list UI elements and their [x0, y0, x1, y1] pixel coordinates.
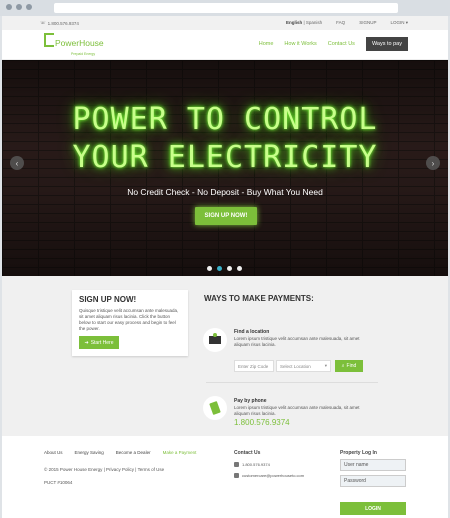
logo-name: PowerHouse: [55, 38, 104, 48]
contact-email-address[interactable]: customercare@powerhouseto.com: [242, 473, 304, 478]
footer-link-make-payment[interactable]: Make a Payment: [163, 450, 197, 455]
password-input[interactable]: Password: [340, 475, 406, 487]
location-title: Find a location: [234, 329, 270, 335]
chevron-down-icon: ▾: [405, 20, 408, 25]
info-section: SIGN UP NOW! Quisque tristique velit acc…: [2, 276, 448, 436]
slider-prev-arrow-icon[interactable]: ‹: [10, 156, 24, 170]
license-number: PUCT #10064: [44, 480, 73, 485]
signup-card: SIGN UP NOW! Quisque tristique velit acc…: [72, 290, 188, 356]
zip-code-input[interactable]: Enter Zip Code: [234, 360, 274, 372]
nav-how-it-works[interactable]: How it Works: [284, 41, 316, 47]
hero-slider: POWER TO CONTROL YOUR ELECTRICITY No Cre…: [2, 60, 448, 276]
faq-link[interactable]: FAQ: [336, 20, 345, 26]
browser-chrome: [0, 0, 450, 16]
phone-pay-title: Pay by phone: [234, 398, 267, 404]
footer-link-energy-saving[interactable]: Energy Saving: [75, 450, 104, 455]
topbar-phone-number: 1.800.576.9374: [47, 20, 79, 26]
window-maximize-dot[interactable]: [26, 4, 32, 10]
window-controls: [6, 4, 32, 10]
logo-mark-icon: [44, 33, 54, 47]
hero-tagline: No Credit Check - No Deposit - Buy What …: [127, 187, 323, 197]
ways-to-pay-button[interactable]: Ways to pay: [365, 37, 408, 51]
address-bar[interactable]: [54, 3, 398, 13]
phone-icon: ☏: [40, 20, 46, 25]
signup-text: Quisque tristique velit accumsan ante ma…: [79, 308, 179, 331]
utility-bar: ☏ 1.800.576.9374 English | Spanish FAQ S…: [2, 16, 448, 30]
login-button[interactable]: LOGIN: [340, 502, 406, 515]
footer-links: About Us Energy Saving Become a Dealer M…: [44, 450, 196, 455]
hero-headline-line2: YOUR ELECTRICITY: [72, 140, 378, 175]
slide-indicator-3[interactable]: [227, 266, 232, 271]
contact-email: customercare@powerhouseto.com: [234, 473, 304, 478]
web-page: ☏ 1.800.576.9374 English | Spanish FAQ S…: [2, 16, 448, 518]
phone-icon: [234, 462, 239, 467]
find-label: Find: [346, 363, 357, 369]
email-icon: [234, 473, 239, 478]
find-button[interactable]: ⌕ Find: [335, 360, 363, 372]
slide-indicator-1[interactable]: [207, 266, 212, 271]
signup-title: SIGN UP NOW!: [79, 295, 137, 304]
site-header: PowerHouse Prepaid Energy Home How it Wo…: [2, 30, 448, 60]
contact-phone-number[interactable]: 1.800.576.9374: [242, 462, 270, 467]
search-icon: ⌕: [341, 363, 345, 369]
footer-link-become-dealer[interactable]: Become a Dealer: [116, 450, 151, 455]
chevron-down-icon: ▾: [324, 363, 327, 368]
divider: [206, 382, 378, 383]
lang-english[interactable]: English: [286, 20, 302, 25]
slide-indicator-4[interactable]: [237, 266, 242, 271]
login-title: Property Log In: [340, 450, 377, 456]
map-location-icon: [203, 328, 227, 352]
slider-indicators: [207, 266, 242, 271]
payments-title: WAYS TO MAKE PAYMENTS:: [204, 294, 314, 303]
login-link-label: LOGIN: [390, 20, 405, 25]
location-select-label: Select Location: [280, 363, 311, 369]
login-link[interactable]: LOGIN ▾: [390, 20, 408, 26]
start-here-label: Start Here: [90, 339, 114, 346]
nav-contact-us[interactable]: Contact Us: [328, 41, 355, 47]
play-icon: ➜: [84, 339, 89, 346]
footer-link-about[interactable]: About Us: [44, 450, 63, 455]
contact-title: Contact Us: [234, 450, 261, 456]
signup-link[interactable]: SIGNUP: [359, 20, 376, 26]
phone-pay-text: Lorem ipsum tristique velit accumsan ant…: [234, 405, 360, 416]
pay-phone-number[interactable]: 1.800.576.9374: [234, 418, 290, 427]
window-close-dot[interactable]: [6, 4, 12, 10]
start-here-button[interactable]: ➜ Start Here: [79, 336, 119, 349]
copyright: © 2015 Power House Energy | Privacy Poli…: [44, 467, 165, 472]
location-text: Lorem ipsum tristique velit accumsan ant…: [234, 336, 360, 347]
nav-home[interactable]: Home: [259, 41, 274, 47]
contact-phone: 1.800.576.9374: [234, 462, 270, 467]
hero-headline-line1: POWER TO CONTROL: [72, 102, 378, 137]
main-nav: Home How it Works Contact Us Ways to pay: [259, 37, 408, 51]
site-footer: About Us Energy Saving Become a Dealer M…: [2, 440, 448, 518]
topbar-phone: ☏ 1.800.576.9374: [40, 20, 79, 26]
logo-tagline: Prepaid Energy: [71, 52, 96, 56]
lang-spanish[interactable]: Spanish: [306, 20, 322, 25]
logo[interactable]: PowerHouse Prepaid Energy: [44, 33, 104, 56]
hero-signup-button[interactable]: SIGN UP NOW!: [195, 207, 257, 225]
slide-indicator-2[interactable]: [217, 266, 222, 271]
location-select[interactable]: Select Location ▾: [276, 360, 331, 372]
slider-next-arrow-icon[interactable]: ›: [426, 156, 440, 170]
username-input[interactable]: User name: [340, 459, 406, 471]
utility-links: English | Spanish FAQ SIGNUP LOGIN ▾: [286, 20, 408, 26]
mobile-phone-icon: [203, 396, 227, 420]
window-minimize-dot[interactable]: [16, 4, 22, 10]
language-switch: English | Spanish: [285, 20, 323, 25]
